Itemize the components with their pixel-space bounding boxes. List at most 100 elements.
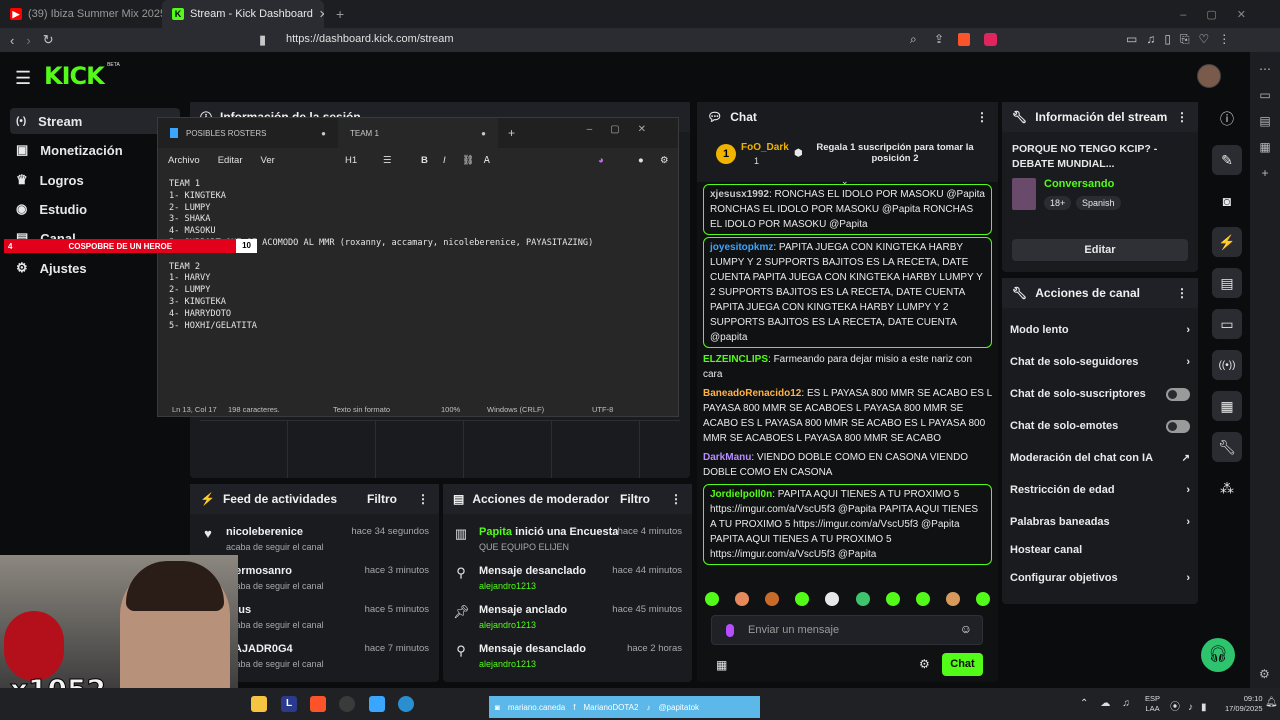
sidebar-item-logros[interactable]: ♛ Logros <box>10 167 180 193</box>
close-tab-icon[interactable]: ✕ <box>319 8 324 21</box>
bookmarks-icon[interactable]: ▭ <box>1259 88 1270 102</box>
menu-ver[interactable]: Ver <box>261 155 275 166</box>
send-chat-button[interactable]: Chat <box>942 653 983 676</box>
list-icon[interactable]: ☰ <box>383 155 392 166</box>
chat-icon[interactable]: ▭ <box>1212 309 1242 339</box>
emote-icon[interactable] <box>855 592 870 606</box>
share-icon[interactable]: ⇪ <box>934 32 944 46</box>
emote-icon[interactable] <box>915 592 930 606</box>
emote-icon[interactable] <box>795 592 810 606</box>
broadcast-icon[interactable]: ((•)) <box>1212 350 1242 380</box>
app-l-icon[interactable]: L <box>281 696 297 712</box>
emoji-icon[interactable]: ☺ <box>960 622 972 636</box>
italic-icon[interactable]: I <box>443 155 446 166</box>
mic-icon[interactable] <box>726 624 734 637</box>
app-globe-icon[interactable] <box>398 696 414 712</box>
forward-icon[interactable]: › <box>26 33 30 48</box>
new-tab-icon[interactable]: + <box>336 6 344 22</box>
toolbar-icons[interactable]: ▭♫▯⎘♡⋮ <box>1126 32 1239 47</box>
chat-message[interactable]: joyesitopkmz: PAPITA JUEGA CON KINGTEKA … <box>703 237 992 348</box>
chat-input[interactable]: Enviar un mensaje ☺ <box>711 615 983 645</box>
emote-icon[interactable] <box>705 592 720 606</box>
notepad-icon[interactable] <box>369 696 385 712</box>
zoom-icon[interactable]: ⌕ <box>910 32 917 47</box>
file-explorer-icon[interactable] <box>251 696 267 712</box>
chat-message[interactable]: ELZEINCLIPS: Farmeando para dejar misio … <box>697 350 998 384</box>
toggle-switch[interactable] <box>1166 419 1190 433</box>
window-controls[interactable]: –▢✕ <box>1180 8 1266 21</box>
tag[interactable]: Spanish <box>1076 196 1121 210</box>
rewards-icon[interactable] <box>984 33 997 46</box>
list-item[interactable]: 📌︎ Mensaje anclado hace 45 minutos aleja… <box>443 600 692 640</box>
emote-icon[interactable] <box>765 592 780 606</box>
more-icon[interactable]: ⋮ <box>417 492 429 506</box>
sidebar-item-ajustes[interactable]: ⚙ Ajustes <box>10 255 180 281</box>
emote-icon[interactable] <box>735 592 750 606</box>
chat-username[interactable]: Jordielpoll0n <box>710 489 772 500</box>
list-item[interactable]: ⚲ Mensaje desanclado hace 2 horas alejan… <box>443 639 692 679</box>
hamburger-menu-icon[interactable]: ☰ <box>15 68 31 89</box>
chat-username[interactable]: DarkManu <box>703 452 751 463</box>
copilot-icon[interactable]: ◕ <box>598 155 604 166</box>
account-icon[interactable]: ● <box>638 155 644 166</box>
brave-icon[interactable] <box>310 696 326 712</box>
chat-message[interactable]: DarkManu: VIENDO DOBLE COMO EN CASONA VI… <box>697 448 998 482</box>
settings-icon[interactable]: ⚙ <box>660 155 669 166</box>
list-item[interactable]: ⚲ Mensaje desanclado hace 44 minutos ale… <box>443 561 692 601</box>
sidebar-icon[interactable]: ⋯ <box>1259 62 1271 76</box>
chat-username[interactable]: xjesusx1992 <box>710 189 769 200</box>
toggle-switch[interactable] <box>1166 387 1190 401</box>
browser-tab-youtube[interactable]: ▶ (39) Ibiza Summer Mix 2025 | Th <box>0 0 162 28</box>
chat-username[interactable]: ELZEINCLIPS <box>703 354 768 365</box>
emote-icon[interactable] <box>885 592 900 606</box>
kick-logo[interactable]: KICK BETA <box>44 62 120 90</box>
sidebar-item-monetizacion[interactable]: ▣ Monetización <box>10 137 180 163</box>
action-solo-emotes[interactable]: Chat de solo-emotes <box>1002 410 1198 442</box>
chat-username[interactable]: joyesitopkmz <box>710 242 773 253</box>
clear-format-icon[interactable]: Ꭺ <box>484 155 490 166</box>
more-icon[interactable]: ⋮ <box>1176 286 1188 300</box>
action-hostear-canal[interactable]: Hostear canal <box>1002 538 1198 562</box>
bookmark-icon[interactable]: ▮ <box>259 32 266 48</box>
layout-icon[interactable]: ▦ <box>1212 391 1242 421</box>
reading-list-icon[interactable]: ▤ <box>1259 114 1270 128</box>
chat-message[interactable]: xjesusx1992: RONCHAS EL IDOLO POR MASOKU… <box>703 184 992 235</box>
browser-settings-icon[interactable]: ⚙ <box>1259 667 1270 681</box>
notepad-tab-posibles-rosters[interactable]: POSIBLES ROSTERS ● <box>158 118 338 148</box>
document-icon[interactable]: ▤ <box>1212 268 1242 298</box>
support-button[interactable]: 🎧︎ <box>1201 638 1235 672</box>
action-solo-suscriptores[interactable]: Chat de solo-suscriptores <box>1002 378 1198 410</box>
chat-message[interactable]: BaneadoRenacido12: ES L PAYASA 800 MMR S… <box>697 384 998 448</box>
reload-icon[interactable]: ↻ <box>43 32 54 48</box>
edit-icon[interactable]: ✎ <box>1212 145 1242 175</box>
chat-settings-icon[interactable]: ⚙ <box>919 657 930 671</box>
add-panel-icon[interactable]: + <box>1261 166 1268 180</box>
heading-select[interactable]: H1 <box>345 155 357 166</box>
language-indicator[interactable]: ESP LAA <box>1145 694 1160 714</box>
chat-username[interactable]: BaneadoRenacido12 <box>703 388 801 399</box>
menu-editar[interactable]: Editar <box>218 155 243 166</box>
more-icon[interactable]: ⋮ <box>976 110 988 124</box>
action-restriccion-edad[interactable]: Restricción de edad › <box>1002 474 1198 506</box>
history-icon[interactable]: ▦ <box>1259 140 1270 154</box>
emote-icon[interactable] <box>945 592 960 606</box>
action-palabras-baneadas[interactable]: Palabras baneadas › <box>1002 506 1198 538</box>
action-moderacion-ia[interactable]: Moderación del chat con IA ↗ <box>1002 442 1198 474</box>
list-item[interactable]: ▥ Papita inició una Encuesta hace 4 minu… <box>443 522 692 562</box>
tag[interactable]: 18+ <box>1044 196 1072 210</box>
notepad-tab-team-1[interactable]: TEAM 1 ● <box>338 118 498 148</box>
more-icon[interactable]: ⋮ <box>670 492 682 506</box>
more-icon[interactable]: ⋮ <box>1176 110 1188 124</box>
sidebar-item-estudio[interactable]: ◉ Estudio <box>10 196 180 222</box>
url-field[interactable]: https://dashboard.kick.com/stream <box>286 33 454 45</box>
tray-icons[interactable]: ⌃☁♫ <box>1080 698 1142 709</box>
obs-icon[interactable] <box>339 696 355 712</box>
chat-messages[interactable]: xjesusx1992: RONCHAS EL IDOLO POR MASOKU… <box>697 182 998 580</box>
category-name[interactable]: Conversando <box>1044 178 1114 190</box>
link-icon[interactable]: ⛓ <box>462 155 474 166</box>
bolt-icon[interactable]: ⚡ <box>1212 227 1242 257</box>
bold-icon[interactable]: B <box>421 155 428 166</box>
filter-button[interactable]: Filtro <box>367 492 397 506</box>
filter-button[interactable]: Filtro <box>620 492 650 506</box>
notifications-icon[interactable]: 🔔︎ <box>1265 697 1278 708</box>
